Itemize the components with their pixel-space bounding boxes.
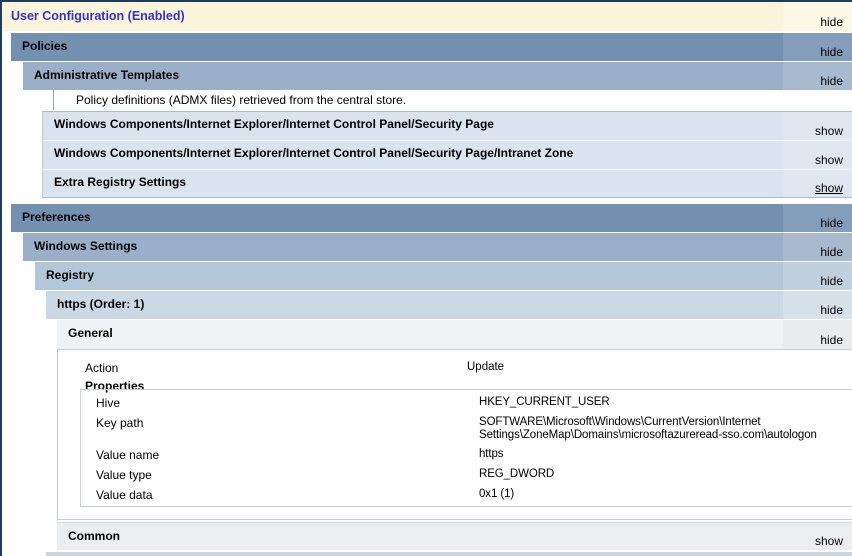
registry-item-title: https (Order: 1) — [57, 297, 144, 311]
policy-group-title: Windows Components/Internet Explorer/Int… — [54, 117, 494, 131]
common-title: Common — [68, 529, 120, 543]
user-configuration-title: User Configuration (Enabled) — [11, 9, 185, 23]
property-label: Key path — [96, 416, 143, 430]
preferences-title: Preferences — [22, 210, 91, 224]
policies-toggle-link[interactable]: hide — [820, 45, 843, 59]
general-toggle-link[interactable]: hide — [820, 333, 843, 347]
registry-item-toggle-link[interactable]: hide — [820, 303, 843, 317]
property-value: 0x1 (1) — [479, 488, 851, 501]
windows-settings-toggle-link[interactable]: hide — [820, 245, 843, 259]
windows-settings-title: Windows Settings — [34, 239, 137, 253]
property-value: SOFTWARE\Microsoft\Windows\CurrentVersio… — [479, 416, 851, 442]
next-registry-item-band-partial[interactable] — [46, 552, 852, 556]
admx-central-store-note: Policy definitions (ADMX files) retrieve… — [53, 90, 852, 110]
band-general[interactable]: General hide — [57, 320, 852, 350]
action-value: Update — [467, 361, 504, 373]
user-configuration-toggle-link[interactable]: hide — [820, 15, 843, 29]
administrative-templates-toggle-link[interactable]: hide — [820, 74, 843, 88]
policy-group-title: Extra Registry Settings — [54, 175, 186, 189]
band-user-configuration[interactable]: User Configuration (Enabled) hide — [2, 2, 852, 31]
band-common[interactable]: Common show — [57, 522, 852, 550]
band-preferences[interactable]: Preferences hide — [11, 204, 852, 232]
property-label: Value type — [96, 468, 152, 482]
general-details-panel: Action Update Properties Hive HKEY_CURRE… — [57, 350, 852, 520]
property-value: REG_DWORD — [479, 468, 851, 481]
properties-table: Hive HKEY_CURRENT_USER Key path SOFTWARE… — [80, 389, 852, 507]
property-label: Hive — [96, 396, 120, 410]
property-value: https — [479, 448, 851, 461]
policy-group-title: Windows Components/Internet Explorer/Int… — [54, 146, 573, 160]
policy-group-security-page[interactable]: Windows Components/Internet Explorer/Int… — [42, 111, 852, 140]
property-value: HKEY_CURRENT_USER — [479, 396, 851, 409]
report-border-left — [0, 0, 2, 556]
band-registry[interactable]: Registry hide — [35, 262, 852, 290]
policy-group-toggle-link[interactable]: show — [815, 124, 843, 138]
gpo-report: User Configuration (Enabled) hide Polici… — [0, 0, 852, 556]
band-policies[interactable]: Policies hide — [11, 33, 852, 61]
preferences-toggle-link[interactable]: hide — [820, 216, 843, 230]
policy-group-intranet-zone[interactable]: Windows Components/Internet Explorer/Int… — [42, 140, 852, 169]
policies-title: Policies — [22, 39, 67, 53]
common-toggle-link[interactable]: show — [815, 534, 843, 548]
registry-toggle-link[interactable]: hide — [820, 274, 843, 288]
general-title: General — [68, 326, 113, 340]
property-label: Value data — [96, 488, 153, 502]
policy-group-extra-registry-settings[interactable]: Extra Registry Settings show — [42, 169, 852, 198]
policy-group-toggle-link[interactable]: show — [815, 181, 843, 195]
band-administrative-templates[interactable]: Administrative Templates hide — [23, 62, 852, 90]
policy-group-toggle-link[interactable]: show — [815, 153, 843, 167]
administrative-templates-title: Administrative Templates — [34, 68, 179, 82]
band-registry-item-https[interactable]: https (Order: 1) hide — [46, 291, 852, 319]
registry-title: Registry — [46, 268, 94, 282]
action-label: Action — [85, 361, 118, 375]
band-windows-settings[interactable]: Windows Settings hide — [23, 233, 852, 261]
property-label: Value name — [96, 448, 159, 462]
